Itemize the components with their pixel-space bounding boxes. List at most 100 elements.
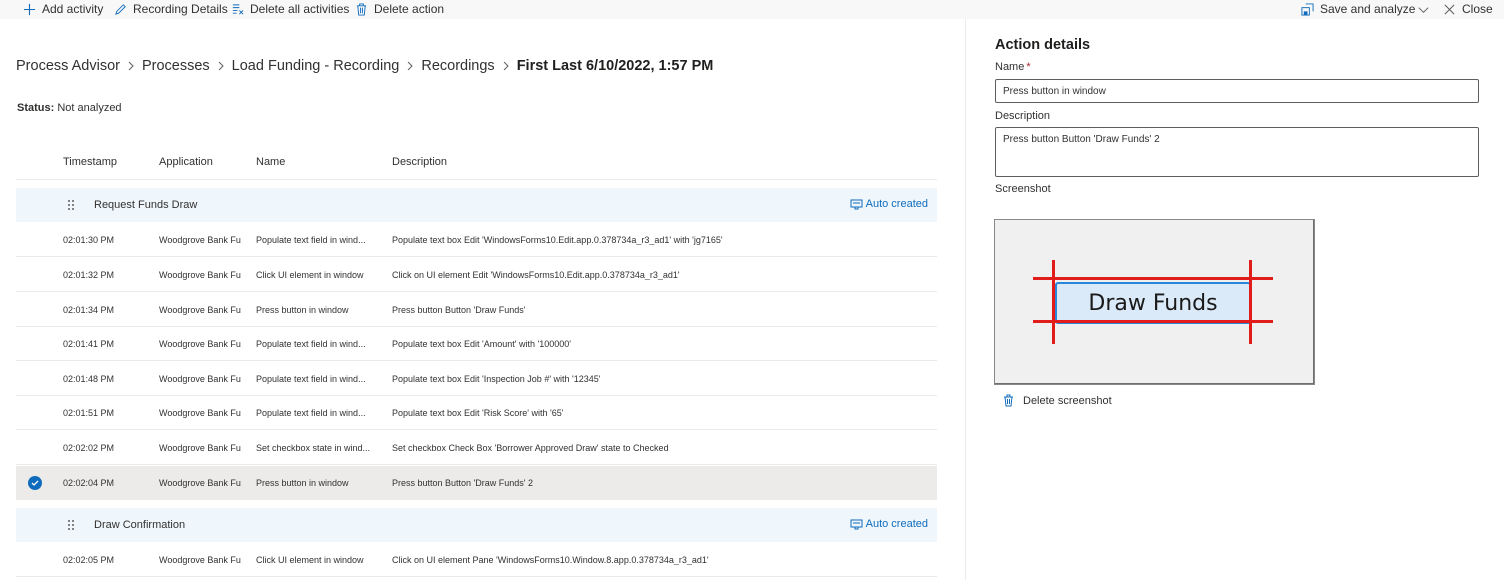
close-label: Close: [1462, 2, 1493, 16]
column-header-description[interactable]: Description: [392, 156, 447, 168]
auto-created-link[interactable]: Auto created: [850, 198, 928, 210]
close-icon: [1442, 2, 1456, 16]
row-name: Populate text field in wind...: [256, 374, 366, 384]
chevron-right-icon: [495, 61, 517, 71]
chevron-down-icon: [1416, 2, 1430, 16]
drag-handle-icon[interactable]: [66, 519, 76, 531]
drag-handle-icon[interactable]: [66, 199, 76, 211]
column-header-application[interactable]: Application: [159, 156, 213, 168]
table-row[interactable]: 02:01:34 PM Woodgrove Bank Fu Press butt…: [16, 293, 937, 327]
table-header: Timestamp Application Name Description: [16, 144, 937, 180]
row-timestamp: 02:01:34 PM: [63, 305, 115, 315]
status-value: Not analyzed: [57, 102, 122, 114]
table-row[interactable]: 02:01:30 PM Woodgrove Bank Fu Populate t…: [16, 223, 937, 257]
delete-action-button[interactable]: Delete action: [354, 1, 444, 17]
row-name: Set checkbox state in wind...: [256, 443, 371, 453]
action-details-panel: Action details Name* Description Press b…: [965, 19, 1504, 580]
row-name: Populate text field in wind...: [256, 339, 366, 349]
auto-created-label: Auto created: [865, 518, 928, 530]
pencil-icon: [113, 2, 127, 16]
breadcrumb-recordings[interactable]: Recordings: [421, 58, 494, 74]
panel-title: Action details: [995, 37, 1091, 53]
row-timestamp: 02:01:30 PM: [63, 235, 115, 245]
table-row[interactable]: 02:01:51 PM Woodgrove Bank Fu Populate t…: [16, 396, 937, 430]
row-name: Populate text field in wind...: [256, 235, 366, 245]
chevron-right-icon: [210, 61, 232, 71]
auto-created-icon: [850, 519, 863, 529]
table-row-selected[interactable]: 02:02:04 PM Woodgrove Bank Fu Press butt…: [16, 466, 937, 500]
table-row[interactable]: 02:02:05 PM Woodgrove Bank Fu Click UI e…: [16, 543, 937, 577]
row-application: Woodgrove Bank Fu: [159, 408, 241, 418]
row-description: Populate text box Edit 'Risk Score' with…: [392, 408, 564, 418]
row-description: Click on UI element Pane 'WindowsForms10…: [392, 555, 709, 565]
add-activity-label: Add activity: [42, 2, 104, 16]
breadcrumb-process-advisor[interactable]: Process Advisor: [16, 58, 120, 74]
row-timestamp: 02:01:32 PM: [63, 270, 115, 280]
row-name: Populate text field in wind...: [256, 408, 366, 418]
chevron-right-icon: [120, 61, 142, 71]
delete-all-activities-button[interactable]: Delete all activities: [230, 1, 349, 17]
auto-created-label: Auto created: [865, 198, 928, 210]
row-name: Click UI element in window: [256, 555, 364, 565]
save-and-analyze-label: Save and analyze: [1320, 2, 1416, 16]
row-name: Press button in window: [256, 305, 349, 315]
delete-list-icon: [230, 2, 244, 16]
row-timestamp: 02:01:48 PM: [63, 374, 115, 384]
table-row[interactable]: 02:01:32 PM Woodgrove Bank Fu Click UI e…: [16, 258, 937, 292]
description-textarea[interactable]: Press button Button 'Draw Funds' 2: [995, 127, 1479, 177]
name-label-text: Name: [995, 61, 1025, 73]
breadcrumb-load-funding[interactable]: Load Funding - Recording: [232, 58, 400, 74]
group-header-draw-confirmation[interactable]: Draw Confirmation Auto created: [16, 508, 937, 542]
status-line: Status: Not analyzed: [17, 102, 122, 114]
command-bar: Add activity Recording Details Delete al…: [0, 0, 1504, 19]
trash-icon: [354, 2, 368, 16]
chevron-right-icon: [399, 61, 421, 71]
name-input[interactable]: [995, 79, 1479, 103]
save-options-dropdown[interactable]: [1416, 1, 1436, 17]
highlight-line-bottom: [1033, 320, 1273, 323]
row-application: Woodgrove Bank Fu: [159, 339, 241, 349]
save-and-analyze-button[interactable]: Save and analyze: [1300, 1, 1415, 17]
delete-screenshot-button[interactable]: Delete screenshot: [1003, 394, 1112, 407]
screenshot-label: Screenshot: [995, 183, 1051, 195]
required-indicator: *: [1026, 61, 1031, 73]
table-row[interactable]: 02:02:02 PM Woodgrove Bank Fu Set checkb…: [16, 431, 937, 465]
row-description: Populate text box Edit 'Amount' with '10…: [392, 339, 571, 349]
row-application: Woodgrove Bank Fu: [159, 270, 241, 280]
row-description: Set checkbox Check Box 'Borrower Approve…: [392, 443, 669, 453]
auto-created-icon: [850, 199, 863, 209]
breadcrumb-processes[interactable]: Processes: [142, 58, 210, 74]
row-timestamp: 02:01:41 PM: [63, 339, 115, 349]
add-activity-button[interactable]: Add activity: [22, 1, 103, 17]
recording-details-button[interactable]: Recording Details: [113, 1, 228, 17]
column-header-name[interactable]: Name: [256, 156, 285, 168]
action-screenshot: Draw Funds: [994, 219, 1315, 385]
group-name: Draw Confirmation: [94, 519, 186, 531]
highlight-line-top: [1033, 277, 1273, 280]
breadcrumb-current-recording: First Last 6/10/2022, 1:57 PM: [516, 58, 714, 74]
table-row[interactable]: 02:01:48 PM Woodgrove Bank Fu Populate t…: [16, 362, 937, 396]
save-analyze-icon: [1300, 2, 1314, 16]
highlight-line-right: [1249, 260, 1252, 344]
row-application: Woodgrove Bank Fu: [159, 443, 241, 453]
group-name: Request Funds Draw: [94, 199, 198, 211]
group-header-request-funds-draw[interactable]: Request Funds Draw Auto created: [16, 188, 937, 222]
delete-all-activities-label: Delete all activities: [250, 2, 350, 16]
recording-details-label: Recording Details: [133, 2, 228, 16]
row-application: Woodgrove Bank Fu: [159, 374, 241, 384]
table-row[interactable]: 02:01:41 PM Woodgrove Bank Fu Populate t…: [16, 327, 937, 361]
row-application: Woodgrove Bank Fu: [159, 235, 241, 245]
row-timestamp: 02:02:04 PM: [63, 478, 115, 488]
column-header-timestamp[interactable]: Timestamp: [63, 156, 117, 168]
row-description: Press button Button 'Draw Funds' 2: [392, 478, 534, 488]
row-application: Woodgrove Bank Fu: [159, 555, 241, 565]
auto-created-link[interactable]: Auto created: [850, 518, 928, 530]
row-description: Click on UI element Edit 'WindowsForms10…: [392, 270, 680, 280]
row-application: Woodgrove Bank Fu: [159, 478, 241, 488]
row-description: Press button Button 'Draw Funds': [392, 305, 526, 315]
row-application: Woodgrove Bank Fu: [159, 305, 241, 315]
breadcrumb: Process Advisor Processes Load Funding -…: [16, 58, 713, 74]
close-button[interactable]: Close: [1442, 1, 1493, 17]
checkmark-icon[interactable]: [28, 476, 42, 490]
row-description: Populate text box Edit 'WindowsForms10.E…: [392, 235, 723, 245]
